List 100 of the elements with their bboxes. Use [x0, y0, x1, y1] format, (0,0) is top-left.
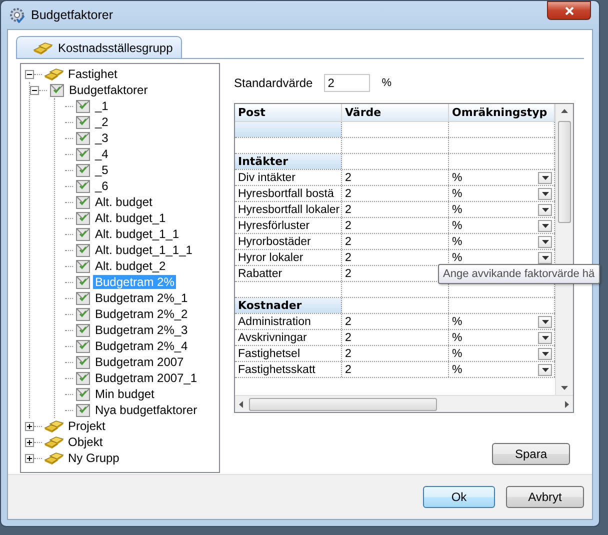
close-button[interactable]: [547, 1, 591, 20]
tree-item[interactable]: Alt. budget_1_1: [93, 227, 182, 241]
column-header[interactable]: Post: [235, 104, 342, 121]
envelope-icon: [75, 370, 91, 386]
cancel-button[interactable]: Avbryt: [506, 486, 584, 508]
envelope-icon: [75, 338, 91, 354]
table-cell: %: [452, 188, 462, 200]
tree-item[interactable]: Ny Grupp: [66, 451, 122, 465]
caret-icon: [542, 320, 548, 324]
tab[interactable]: Kostnadsställesgrupp: [16, 36, 182, 58]
tree-item[interactable]: Alt. budget_2: [93, 259, 168, 273]
dropdown-button[interactable]: [538, 188, 552, 200]
table-cell: Hyresbortfall lokaler: [238, 204, 340, 216]
ingot-stack-icon: [33, 40, 53, 54]
tree-item[interactable]: Nya budgetfaktorer: [93, 403, 200, 417]
envelope-icon: [75, 178, 91, 194]
dropdown-button[interactable]: [538, 348, 552, 360]
table-cell: %: [452, 332, 462, 344]
tree-item[interactable]: Budgetram 2%_2: [93, 307, 190, 321]
tree-item[interactable]: Fastighet: [66, 67, 120, 81]
tree-item[interactable]: Projekt: [66, 419, 108, 433]
envelope-icon: [75, 290, 91, 306]
envelope-icon: [49, 82, 65, 98]
table-cell: 2: [345, 348, 352, 360]
caret-icon: [542, 352, 548, 356]
ok-button[interactable]: Ok: [423, 486, 495, 508]
table-cell: 2: [345, 188, 352, 200]
table-cell: Hyresförluster: [238, 220, 310, 232]
table-cell: Avskrivningar: [238, 332, 307, 344]
tree-item[interactable]: Objekt: [66, 435, 105, 449]
gear-icon: [9, 7, 25, 23]
save-button[interactable]: Spara: [492, 443, 570, 465]
envelope-icon: [75, 130, 91, 146]
tree-item[interactable]: _5: [93, 163, 110, 177]
dropdown-button[interactable]: [538, 316, 552, 328]
tree-item[interactable]: Budgetram 2007_1: [93, 371, 200, 385]
dropdown-button[interactable]: [538, 172, 552, 184]
envelope-icon: [75, 162, 91, 178]
envelope-icon: [75, 146, 91, 162]
field-label: Standardvärde: [234, 76, 313, 90]
table-cell: 2: [345, 268, 352, 280]
group-header-cell: Intäkter: [235, 154, 342, 169]
table-cell: Hyresbortfall bostä: [238, 188, 334, 200]
caret-icon: [542, 208, 548, 212]
tree-item[interactable]: Budgetram 2007: [93, 355, 186, 369]
ingot-stack-icon: [44, 67, 64, 81]
table-cell: Hyror lokaler: [238, 252, 304, 264]
scroll-left-icon[interactable]: [239, 400, 243, 408]
table-cell: 2: [345, 316, 352, 328]
dropdown-button[interactable]: [538, 220, 552, 232]
caret-icon: [542, 176, 548, 180]
caret-icon: [542, 240, 548, 244]
table-cell: %: [452, 204, 462, 216]
dropdown-button[interactable]: [538, 332, 552, 344]
horizontal-scrollbar[interactable]: [235, 395, 573, 412]
dropdown-button[interactable]: [538, 364, 552, 376]
table-cell: 2: [345, 364, 352, 376]
table-cell: 2: [345, 172, 352, 184]
column-header[interactable]: Omräkningstyp: [449, 104, 555, 121]
plus-box-icon[interactable]: [25, 454, 34, 462]
caret-icon: [542, 224, 548, 228]
minus-box-icon[interactable]: [25, 70, 34, 78]
envelope-icon: [75, 402, 91, 418]
tree-item[interactable]: Budgetram 2%_4: [93, 339, 190, 353]
standard-value-field[interactable]: 2: [324, 74, 370, 92]
window-title: Budgetfaktorer: [31, 8, 113, 22]
tree-item[interactable]: Budgetfaktorer: [67, 83, 150, 97]
ingot-stack-icon: [44, 451, 64, 465]
dropdown-button[interactable]: [538, 204, 552, 216]
tree-item[interactable]: Min budget: [93, 387, 156, 401]
minus-box-icon[interactable]: [30, 86, 39, 94]
column-header[interactable]: Värde: [342, 104, 449, 121]
table-cell: Hyrorbostäder: [238, 236, 311, 248]
tree-item[interactable]: _2: [93, 115, 110, 129]
caret-icon: [542, 256, 548, 260]
scroll-right-icon[interactable]: [565, 400, 569, 408]
close-icon: [564, 6, 574, 14]
envelope-icon: [75, 242, 91, 258]
table-cell: Fastighetsel: [238, 348, 300, 360]
tree-item[interactable]: Alt. budget: [93, 195, 154, 209]
tree-item[interactable]: _3: [93, 131, 110, 145]
tree-item[interactable]: Budgetram 2%_1: [93, 291, 190, 305]
tree-item[interactable]: Alt. budget_1: [93, 211, 168, 225]
tree-item[interactable]: Alt. budget_1_1_1: [93, 243, 194, 257]
group-header-cell: Kostnader: [235, 298, 342, 313]
plus-box-icon[interactable]: [25, 422, 34, 430]
dropdown-button[interactable]: [538, 236, 552, 248]
envelope-icon: [75, 194, 91, 210]
table-cell: 2: [345, 204, 352, 216]
tree-item[interactable]: _6: [93, 179, 110, 193]
table-cell: %: [452, 220, 462, 232]
tree-item[interactable]: _4: [93, 147, 110, 161]
table-cell: Rabatter: [238, 268, 282, 280]
table-cell: Div intäkter: [238, 172, 296, 184]
dropdown-button[interactable]: [538, 252, 552, 264]
tree-item[interactable]: Budgetram 2%_3: [93, 323, 190, 337]
envelope-icon: [75, 210, 91, 226]
plus-box-icon[interactable]: [25, 438, 34, 446]
tree-item[interactable]: _1: [93, 99, 110, 113]
envelope-icon: [75, 98, 91, 114]
